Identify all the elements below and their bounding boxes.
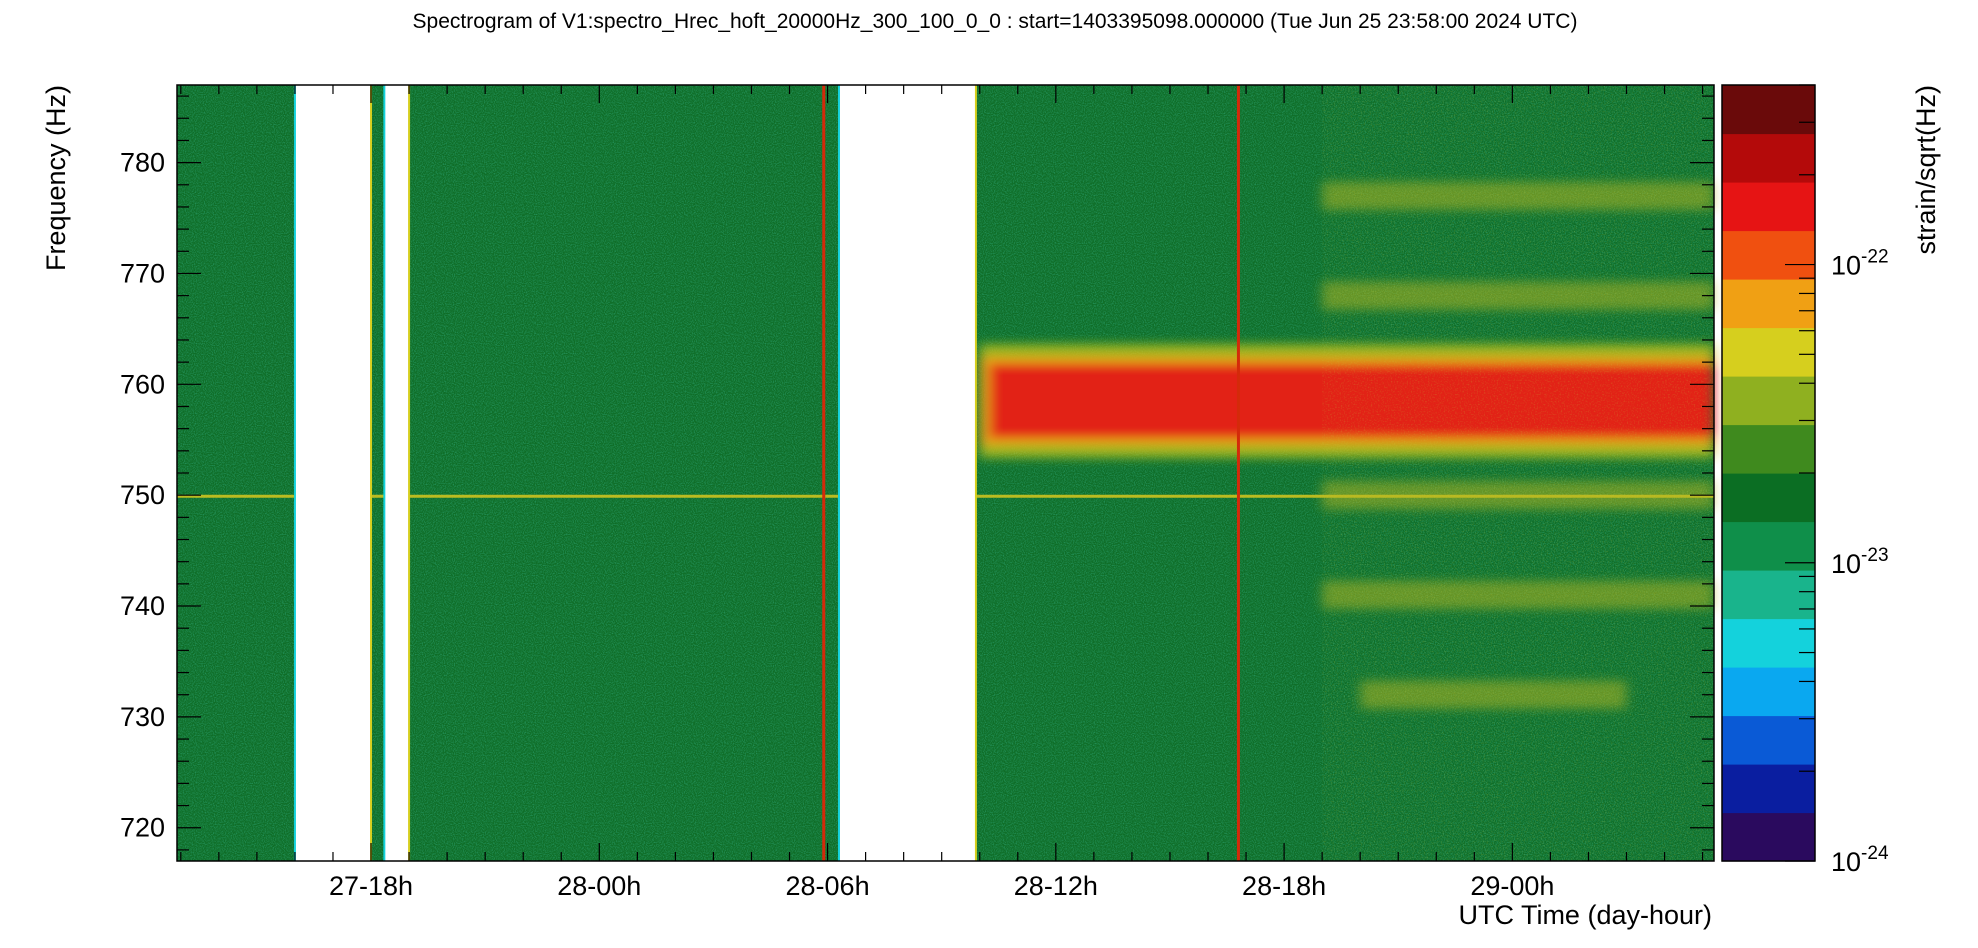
x-tick-label: 28-06h bbox=[786, 871, 870, 901]
y-tick-label: 760 bbox=[120, 369, 165, 399]
yellow-noise-texture bbox=[1322, 85, 1714, 861]
colorbar-tick-label: 10-23 bbox=[1831, 545, 1889, 579]
colorbar-band bbox=[1722, 618, 1815, 668]
data-gap-0 bbox=[294, 85, 372, 861]
x-tick-label: 29-00h bbox=[1470, 871, 1554, 901]
y-tick-label: 770 bbox=[120, 258, 165, 288]
x-tick-label: 28-12h bbox=[1014, 871, 1098, 901]
y-tick-label: 750 bbox=[120, 480, 165, 510]
colorbar-band bbox=[1722, 182, 1815, 232]
colorbar-band bbox=[1722, 812, 1815, 862]
x-tick-label: 28-18h bbox=[1242, 871, 1326, 901]
x-tick-label: 28-00h bbox=[557, 871, 641, 901]
y-tick-label: 740 bbox=[120, 591, 165, 621]
colorbar-band bbox=[1722, 667, 1815, 717]
colorbar-band bbox=[1722, 230, 1815, 280]
colorbar-band bbox=[1722, 85, 1815, 135]
data-gap-1 bbox=[384, 85, 410, 861]
colorbar-band bbox=[1722, 327, 1815, 377]
colorbar-label: strain/sqrt(Hz) bbox=[1911, 85, 1941, 255]
y-tick-label: 730 bbox=[120, 702, 165, 732]
colorbar-band bbox=[1722, 473, 1815, 523]
x-tick-label: 27-18h bbox=[329, 871, 413, 901]
colorbar-band bbox=[1722, 279, 1815, 329]
colorbar-band bbox=[1722, 715, 1815, 765]
colorbar: 10-24 10-23 10-22 strain/sqrt(Hz) bbox=[1721, 84, 1941, 877]
x-axis-label: UTC Time (day-hour) bbox=[1458, 900, 1712, 930]
spectrogram-chart: Spectrogram of V1:spectro_Hrec_hoft_2000… bbox=[41, 10, 1941, 930]
plot-area: 27-18h 28-00h 28-06h 28-12h 28-18h 29-00h 720… bbox=[120, 84, 1715, 901]
y-tick-label: 780 bbox=[120, 148, 165, 178]
colorbar-band bbox=[1722, 570, 1815, 620]
colorbar-tick-label: 10-22 bbox=[1831, 247, 1889, 281]
y-axis-label: Frequency (Hz) bbox=[41, 85, 71, 271]
colorbar-tick-exponent: -23 bbox=[1861, 545, 1888, 566]
colorbar-tick-label: 10-24 bbox=[1831, 843, 1889, 877]
data-gap-2 bbox=[838, 85, 976, 861]
colorbar-tick-exponent: -24 bbox=[1861, 843, 1889, 864]
colorbar-tick-exponent: -22 bbox=[1861, 247, 1888, 268]
y-tick-label: 720 bbox=[120, 813, 165, 843]
colorbar-band bbox=[1722, 424, 1815, 474]
chart-title: Spectrogram of V1:spectro_Hrec_hoft_2000… bbox=[413, 10, 1578, 33]
